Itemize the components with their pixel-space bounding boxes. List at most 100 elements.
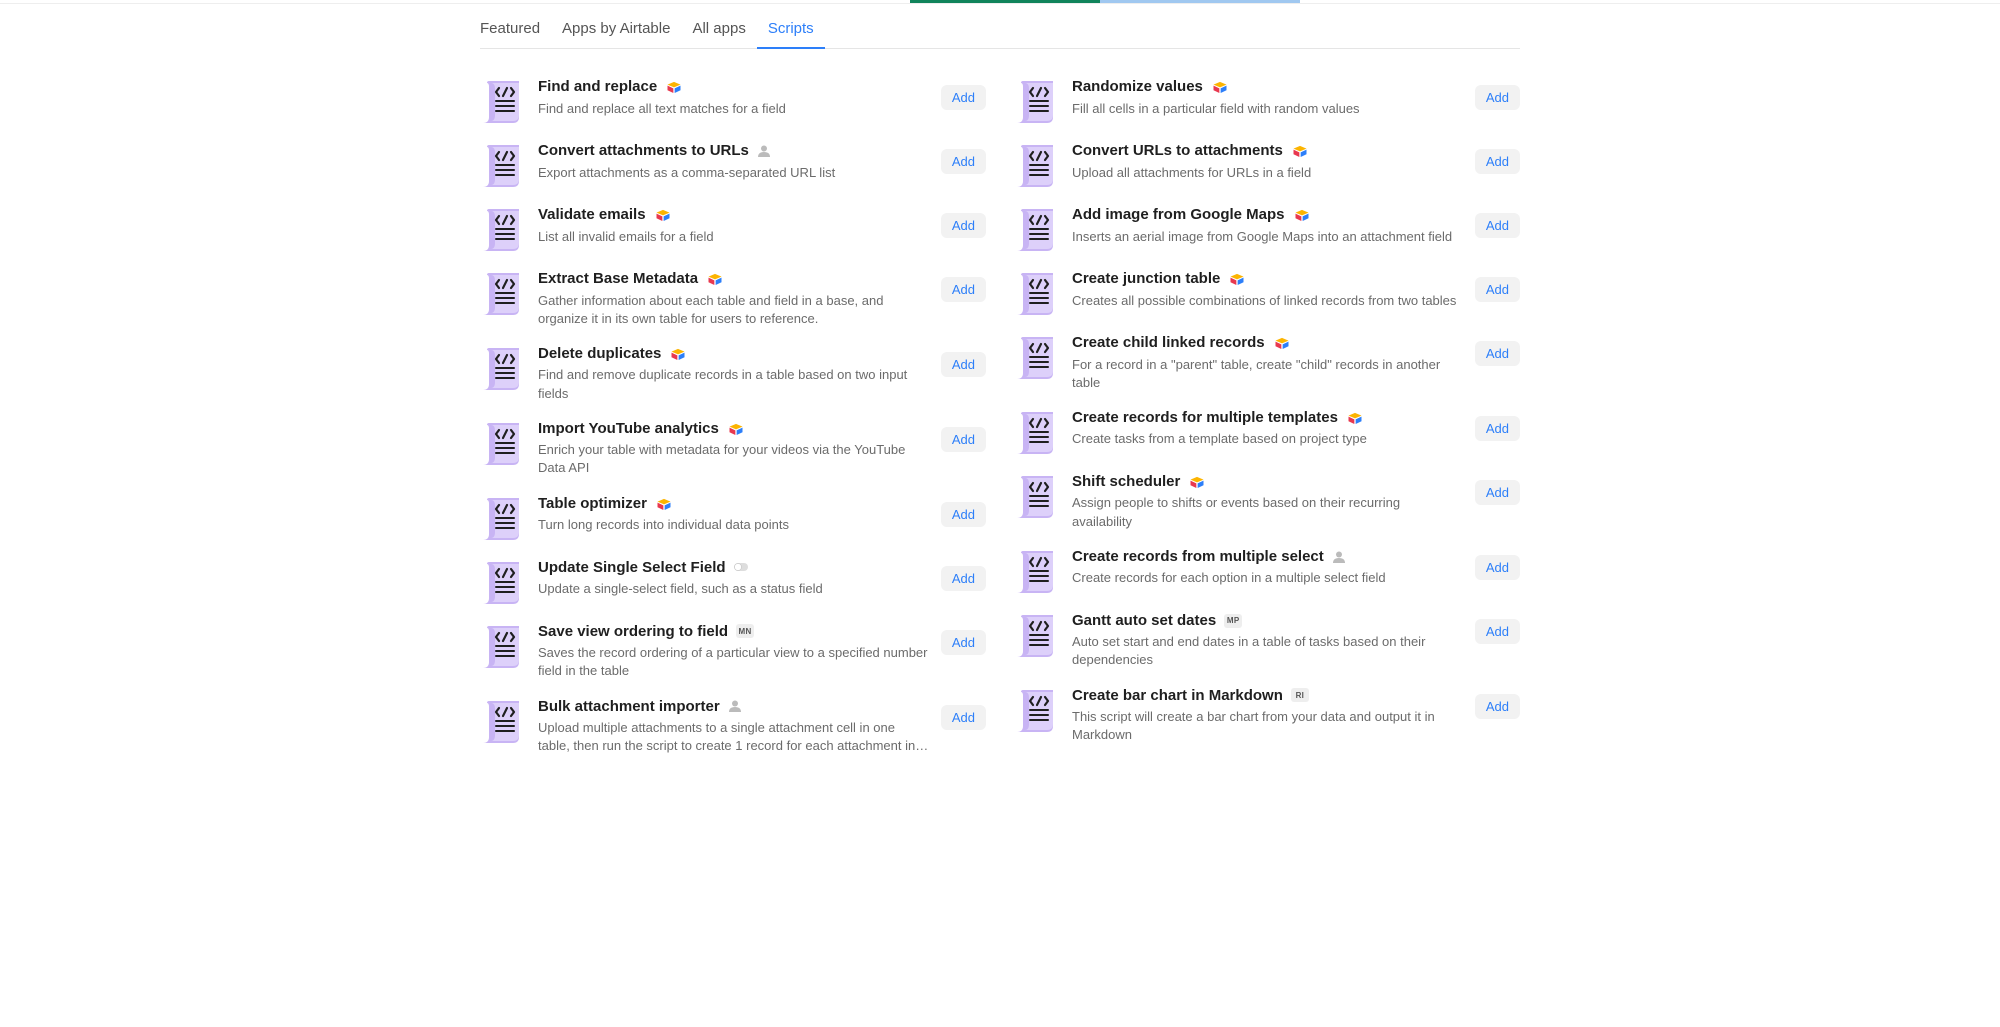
add-button[interactable]: Add [1475, 213, 1520, 238]
script-card[interactable]: Convert attachments to URLsExport attach… [480, 133, 986, 197]
script-card[interactable]: Randomize values Fill all cells in a part… [1014, 69, 1520, 133]
tab-all-apps[interactable]: All apps [681, 10, 756, 48]
script-card[interactable]: Convert URLs to attachmentsUpload all at… [1014, 133, 1520, 197]
tab-featured[interactable]: Featured [480, 10, 551, 48]
script-title: Table optimizer [538, 494, 647, 514]
script-card[interactable]: Save view ordering to fieldMNSaves the r… [480, 614, 986, 689]
category-tabs: Featured Apps by Airtable All apps Scrip… [480, 10, 1520, 49]
script-title: Delete duplicates [538, 344, 661, 364]
add-button[interactable]: Add [1475, 480, 1520, 505]
script-card[interactable]: Import YouTube analyticsEnrich your tabl… [480, 411, 986, 486]
script-description: For a record in a "parent" table, create… [1072, 356, 1463, 392]
script-title: Find and replace [538, 77, 657, 97]
script-body: Create bar chart in MarkdownRIThis scrip… [1072, 686, 1463, 745]
airtable-logo-icon [665, 80, 683, 94]
script-description: Inserts an aerial image from Google Maps… [1072, 228, 1463, 246]
script-icon [480, 269, 526, 317]
script-body: Convert attachments to URLsExport attach… [538, 141, 929, 182]
script-card[interactable]: Shift schedulerAssign people to shifts o… [1014, 464, 1520, 539]
script-icon [1014, 611, 1060, 659]
add-button[interactable]: Add [941, 566, 986, 591]
script-description: Fill all cells in a particular field wit… [1072, 100, 1463, 118]
script-card[interactable]: Update Single Select FieldUpdate a singl… [480, 550, 986, 614]
script-title: Bulk attachment importer [538, 697, 720, 717]
script-icon [480, 141, 526, 189]
add-button[interactable]: Add [941, 705, 986, 730]
script-body: Import YouTube analyticsEnrich your tabl… [538, 419, 929, 478]
script-title: Randomize values [1072, 77, 1203, 97]
add-button[interactable]: Add [941, 213, 986, 238]
script-title: Create records for multiple templates [1072, 408, 1338, 428]
add-button[interactable]: Add [1475, 416, 1520, 441]
script-card[interactable]: Gantt auto set datesMPAuto set start and… [1014, 603, 1520, 678]
add-button[interactable]: Add [941, 85, 986, 110]
script-description: This script will create a bar chart from… [1072, 708, 1463, 744]
script-card[interactable]: Delete duplicatesFind and remove duplica… [480, 336, 986, 411]
tab-apps-by-airtable[interactable]: Apps by Airtable [551, 10, 681, 48]
script-title: Convert attachments to URLs [538, 141, 749, 161]
script-icon [480, 697, 526, 745]
script-body: Create records from multiple selectCreat… [1072, 547, 1463, 588]
script-body: Extract Base Metadata Gather information … [538, 269, 929, 328]
script-icon [1014, 686, 1060, 734]
script-icon [480, 344, 526, 392]
script-icon [1014, 333, 1060, 381]
script-body: Convert URLs to attachmentsUpload all at… [1072, 141, 1463, 182]
script-title: Extract Base Metadata [538, 269, 698, 289]
script-card[interactable]: Create records for multiple templatesCre… [1014, 400, 1520, 464]
script-card[interactable]: Find and replace Find and replace all tex… [480, 69, 986, 133]
add-button[interactable]: Add [1475, 341, 1520, 366]
author-initials-badge: MP [1224, 614, 1242, 628]
add-button[interactable]: Add [1475, 694, 1520, 719]
add-button[interactable]: Add [1475, 85, 1520, 110]
scripts-grid: Find and replace Find and replace all tex… [480, 69, 1520, 763]
script-card[interactable]: Create bar chart in MarkdownRIThis scrip… [1014, 678, 1520, 753]
script-description: Find and replace all text matches for a … [538, 100, 929, 118]
script-card[interactable]: Bulk attachment importerUpload multiple … [480, 689, 986, 764]
script-body: Gantt auto set datesMPAuto set start and… [1072, 611, 1463, 670]
script-card[interactable]: Create junction tableCreates all possibl… [1014, 261, 1520, 325]
add-button[interactable]: Add [941, 149, 986, 174]
airtable-logo-icon [654, 208, 672, 222]
script-title: Save view ordering to field [538, 622, 728, 642]
script-body: Delete duplicatesFind and remove duplica… [538, 344, 929, 403]
script-card[interactable]: Table optimizerTurn long records into in… [480, 486, 986, 550]
script-card[interactable]: Create child linked recordsFor a record … [1014, 325, 1520, 400]
script-body: Validate emails List all invalid emails f… [538, 205, 929, 246]
script-description: Gather information about each table and … [538, 292, 929, 328]
add-button[interactable]: Add [941, 352, 986, 377]
script-title: Validate emails [538, 205, 646, 225]
script-description: Auto set start and end dates in a table … [1072, 633, 1463, 669]
script-icon [1014, 269, 1060, 317]
add-button[interactable]: Add [941, 277, 986, 302]
script-body: Update Single Select FieldUpdate a singl… [538, 558, 929, 599]
script-card[interactable]: Add image from Google MapsInserts an aer… [1014, 197, 1520, 261]
script-icon [480, 494, 526, 542]
airtable-logo-icon [1293, 208, 1311, 222]
airtable-logo-icon [727, 422, 745, 436]
add-button[interactable]: Add [941, 630, 986, 655]
add-button[interactable]: Add [941, 427, 986, 452]
marketplace-container: Featured Apps by Airtable All apps Scrip… [480, 10, 1520, 803]
add-button[interactable]: Add [1475, 555, 1520, 580]
script-icon [1014, 547, 1060, 595]
script-card[interactable]: Validate emails List all invalid emails f… [480, 197, 986, 261]
add-button[interactable]: Add [1475, 277, 1520, 302]
script-description: Assign people to shifts or events based … [1072, 494, 1463, 530]
script-card[interactable]: Extract Base Metadata Gather information … [480, 261, 986, 336]
script-body: Save view ordering to fieldMNSaves the r… [538, 622, 929, 681]
script-description: List all invalid emails for a field [538, 228, 929, 246]
script-body: Create junction tableCreates all possibl… [1072, 269, 1463, 310]
script-body: Bulk attachment importerUpload multiple … [538, 697, 929, 756]
tab-scripts[interactable]: Scripts [757, 10, 825, 48]
add-button[interactable]: Add [941, 502, 986, 527]
top-progress-bar [0, 0, 2000, 4]
script-body: Create records for multiple templatesCre… [1072, 408, 1463, 449]
script-icon [1014, 205, 1060, 253]
script-title: Convert URLs to attachments [1072, 141, 1283, 161]
script-card[interactable]: Create records from multiple selectCreat… [1014, 539, 1520, 603]
airtable-logo-icon [706, 272, 724, 286]
add-button[interactable]: Add [1475, 619, 1520, 644]
add-button[interactable]: Add [1475, 149, 1520, 174]
script-icon [480, 622, 526, 670]
